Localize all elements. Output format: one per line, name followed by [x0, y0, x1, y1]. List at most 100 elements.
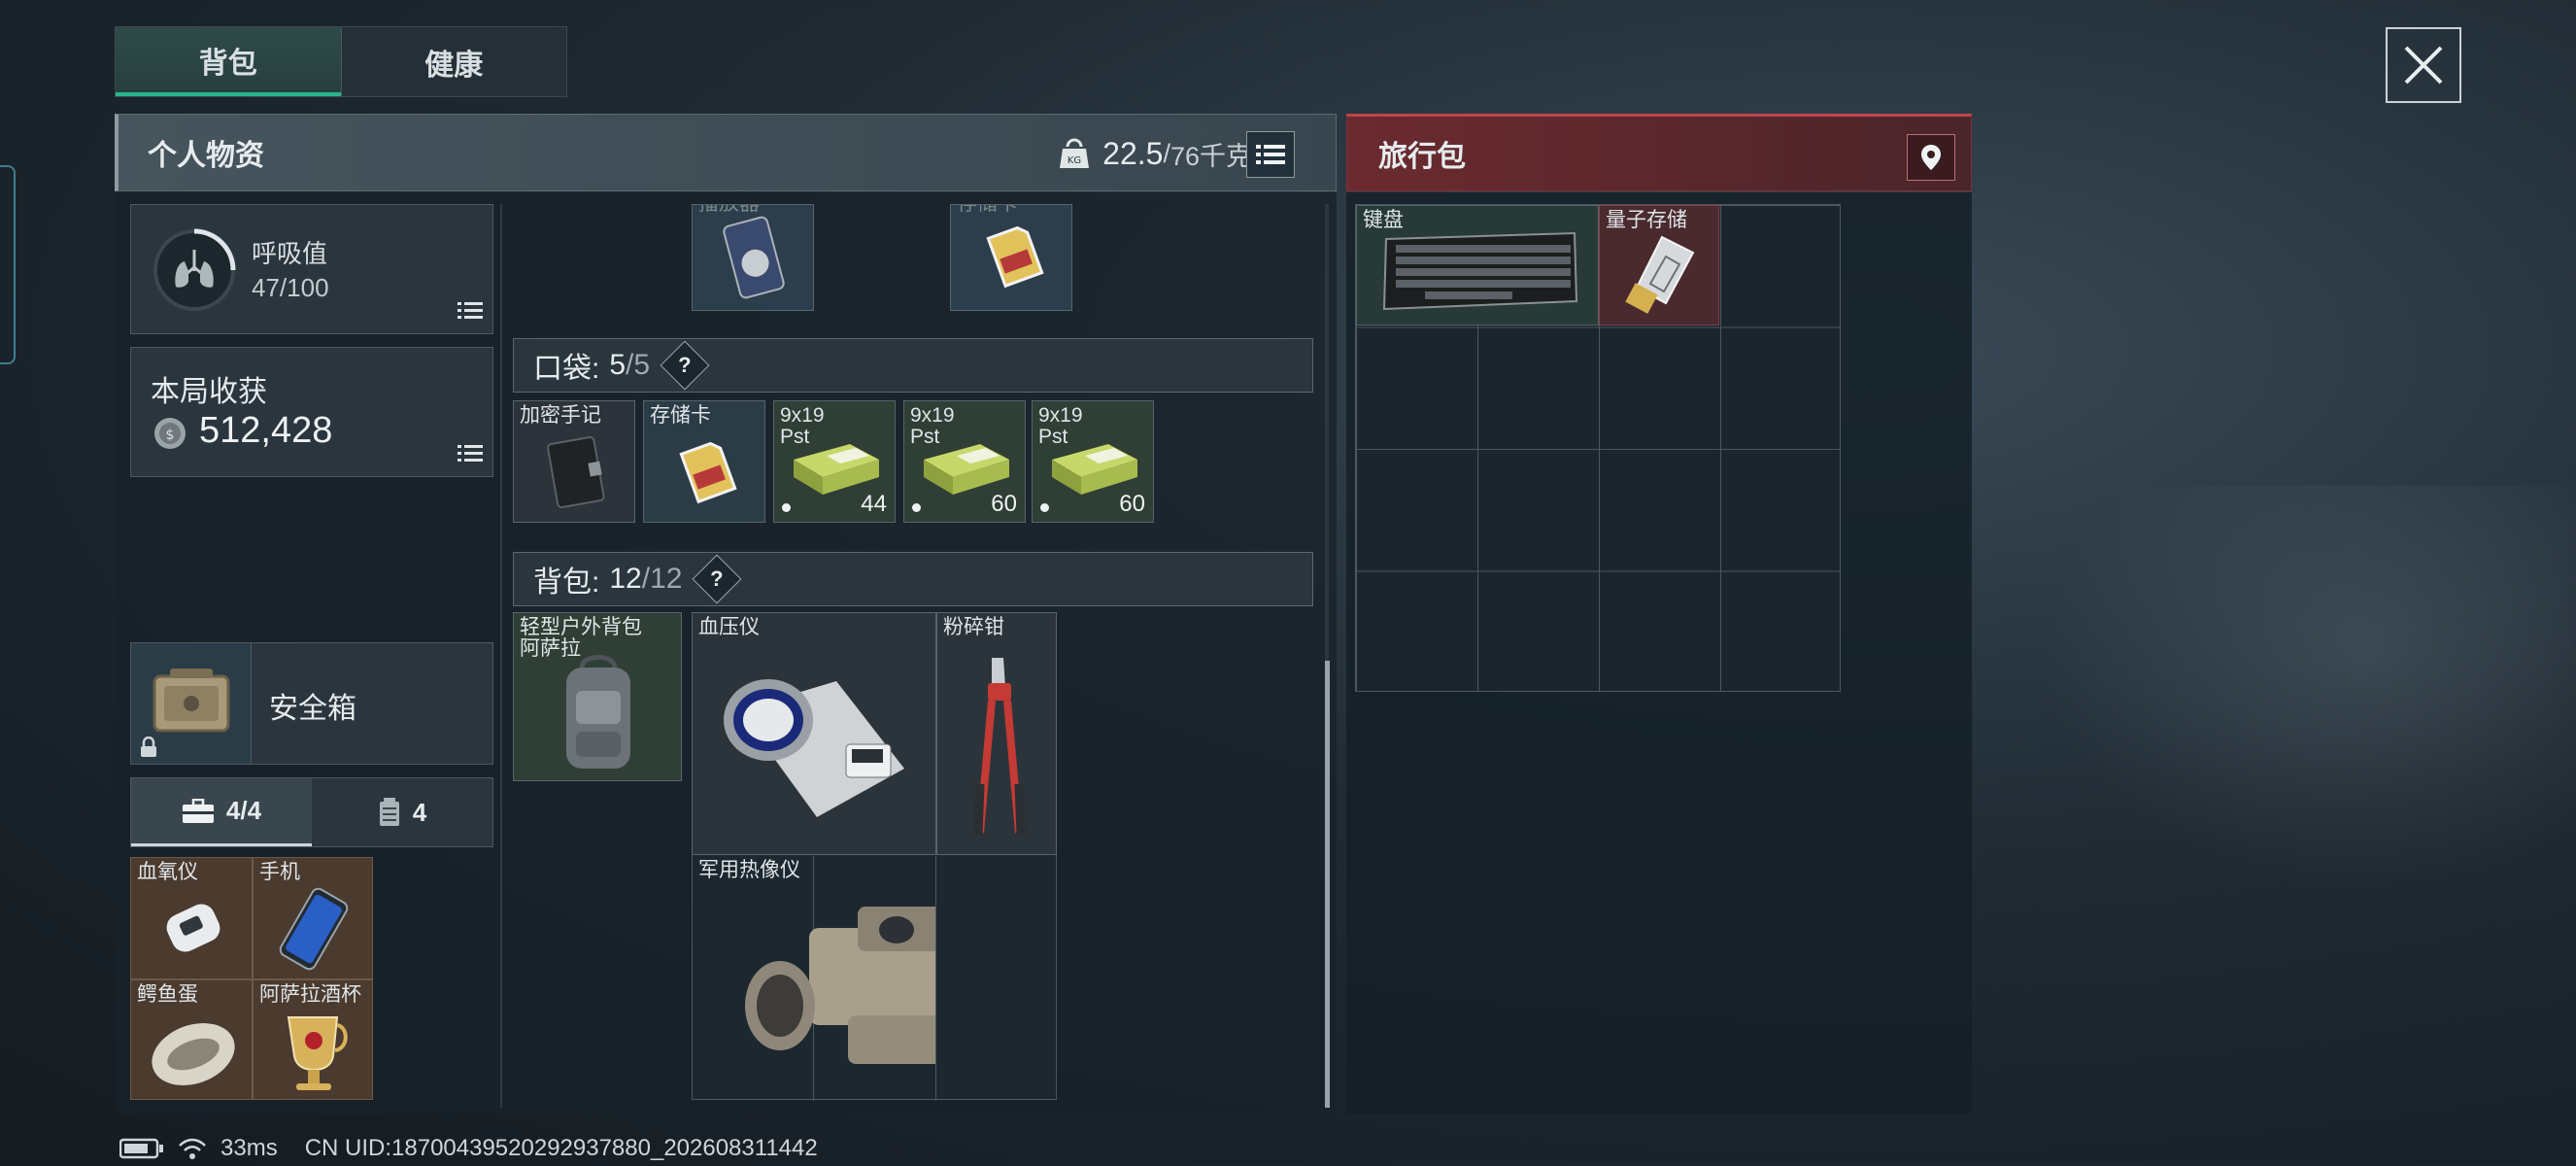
travel-item-keyboard[interactable]: 键盘: [1356, 205, 1599, 326]
ammo-box-icon: [794, 444, 879, 495]
tab-backpack[interactable]: 背包: [116, 27, 341, 96]
item-count: 60: [991, 491, 1017, 517]
ammo-box-icon: [924, 444, 1009, 495]
media-player-icon: [723, 216, 785, 299]
backpack-item-blood-pressure-monitor[interactable]: 血压仪: [692, 612, 936, 855]
item-name: 存储卡: [650, 404, 711, 427]
item-name: 血压仪: [698, 616, 760, 638]
list-icon: [1256, 145, 1285, 164]
breath-card[interactable]: 呼吸值 47/100: [130, 204, 493, 334]
lungs-icon: [153, 228, 236, 311]
phone-icon: [279, 887, 349, 971]
item-name: 手机: [259, 861, 300, 883]
backpack-icon: [566, 655, 630, 769]
uid-text: CN UID:187004395202929378​80_20260831144…: [304, 1135, 818, 1161]
safe-item-oximeter[interactable]: 血氧仪: [130, 857, 253, 979]
side-edge-marker: [0, 165, 16, 364]
backpack-label: 背包:: [533, 566, 600, 599]
weight-readout: KG 22.5/76千克: [1058, 115, 1252, 192]
earnings-label: 本局收获: [151, 376, 267, 408]
pocket-help-button[interactable]: ?: [660, 340, 710, 391]
keyboard-icon: [1382, 231, 1578, 311]
lock-icon: [141, 737, 156, 757]
wifi-icon: [179, 1138, 206, 1159]
locate-button[interactable]: [1907, 134, 1955, 181]
safe-item-crocodile-egg[interactable]: 鳄鱼蛋: [130, 979, 253, 1100]
backpack-item-bolt-cutter[interactable]: 粉碎钳: [936, 612, 1057, 855]
bolt-cutter-icon: [973, 658, 1026, 836]
tab-health[interactable]: 健康: [340, 27, 567, 96]
subtab-items[interactable]: 4/4: [131, 778, 312, 846]
sd-card-icon: [679, 441, 737, 504]
item-count: 60: [1119, 491, 1145, 517]
backpack-help-button[interactable]: ?: [692, 554, 742, 604]
main-tabs: 背包 健康: [115, 26, 567, 97]
egg-icon: [152, 1023, 235, 1085]
earnings-card[interactable]: 本局收获 $ 512,428: [130, 347, 493, 477]
backpack-separator: /: [641, 563, 651, 595]
pocket-current: 5: [609, 349, 627, 381]
pocket-section-bar: 口袋: 5/5 ?: [513, 338, 1313, 393]
weight-current: 22.5: [1102, 135, 1164, 171]
sd-card-icon: [986, 225, 1044, 289]
equipped-backpack[interactable]: 轻型户外背包 阿萨拉: [513, 612, 682, 781]
item-name: 阿萨拉酒杯: [259, 983, 361, 1006]
breath-list-icon[interactable]: [458, 300, 483, 322]
pocket-label: 口袋:: [533, 353, 600, 385]
battery-icon: [119, 1138, 163, 1159]
subtab-container-count: 4: [412, 797, 427, 827]
thermal-imager-icon: [745, 907, 935, 1064]
top-item-storage-card[interactable]: 存储卡: [950, 204, 1072, 311]
safe-box-subtabs: 4/4 4: [130, 777, 493, 847]
pocket-item-encrypted-notebook[interactable]: 加密手记: [513, 400, 635, 523]
pocket-item-ammo-2[interactable]: 9x19 Pst 60: [903, 400, 1026, 523]
ammo-dot: [1040, 503, 1049, 512]
item-name: 量子存储: [1606, 209, 1687, 231]
top-item-player[interactable]: 播放器: [692, 204, 814, 311]
item-name: 播放器: [698, 205, 760, 215]
breath-value: 47/100: [252, 273, 329, 302]
subtab-items-count: 4/4: [225, 796, 262, 825]
travel-item-quantum-storage[interactable]: 量子存储: [1599, 205, 1719, 326]
scrollbar-thumb[interactable]: [1325, 661, 1330, 1108]
pocket-item-storage-card[interactable]: 存储卡: [643, 400, 765, 523]
item-name: 军用热像仪: [698, 859, 800, 881]
background-glow: [2040, 486, 2576, 894]
item-name: 血氧仪: [137, 861, 198, 883]
subtab-container[interactable]: 4: [312, 778, 492, 846]
pocket-item-ammo-3[interactable]: 9x19 Pst 60: [1032, 400, 1154, 523]
goblet-icon: [287, 1016, 348, 1090]
travel-bag-title: 旅行包: [1378, 141, 1466, 173]
pocket-separator: /: [626, 349, 634, 381]
safe-box-card[interactable]: 安全箱: [130, 642, 493, 765]
safe-item-phone[interactable]: 手机: [253, 857, 373, 979]
svg-text:$: $: [166, 428, 175, 443]
quantum-storage-icon: [1625, 235, 1695, 314]
notebook-icon: [547, 435, 605, 509]
close-button[interactable]: [2386, 27, 2461, 103]
item-name: 存储卡: [957, 205, 1018, 215]
pocket-max: 5: [633, 349, 651, 381]
item-name: 加密手记: [520, 404, 601, 427]
status-footer: 33ms CN UID:187004395202929378​80_202608…: [119, 1134, 818, 1163]
backpack-item-thermal-imager[interactable]: 军用热像仪: [692, 855, 936, 1100]
ammo-dot: [912, 503, 921, 512]
item-name: 粉碎钳: [943, 616, 1004, 638]
pocket-item-ammo-1[interactable]: 9x19 Pst 44: [773, 400, 896, 523]
backpack-current: 12: [609, 563, 642, 595]
safe-box-slot: [131, 643, 252, 764]
backpack-max: 12: [650, 563, 683, 595]
ammo-dot: [782, 503, 791, 512]
sort-list-button[interactable]: [1246, 131, 1295, 178]
earnings-list-icon[interactable]: [458, 443, 483, 464]
location-pin-icon: [1921, 145, 1941, 170]
weight-max: 76千克: [1169, 141, 1252, 171]
safe-item-asala-cup[interactable]: 阿萨拉酒杯: [253, 979, 373, 1100]
panel-title: 个人物资: [148, 140, 264, 172]
toolbox-icon: [182, 798, 214, 823]
earnings-value: 512,428: [199, 410, 333, 451]
backpack-section-bar: 背包: 12/12 ?: [513, 552, 1313, 606]
item-count: 44: [861, 491, 887, 517]
weight-icon: KG: [1060, 138, 1090, 168]
weight-separator: /: [1163, 138, 1170, 168]
